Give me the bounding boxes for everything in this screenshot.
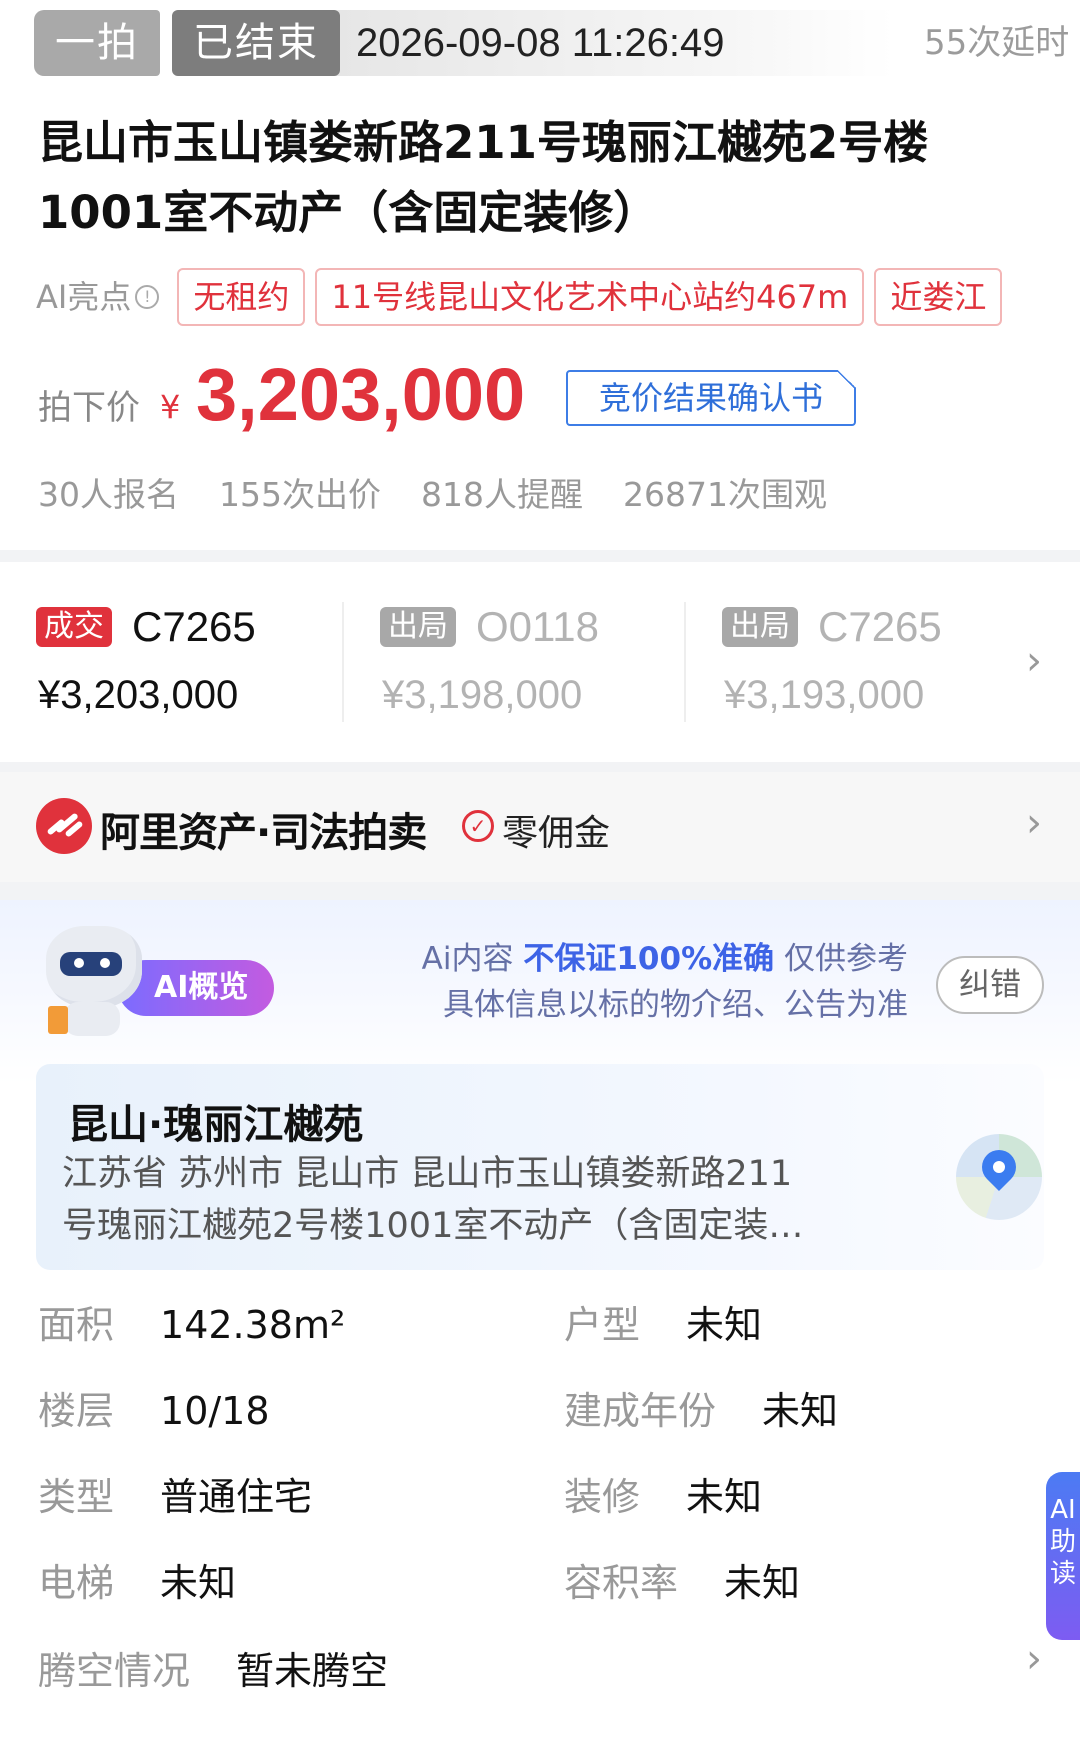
attr-key: 楼层 <box>38 1389 115 1433</box>
disclaimer-prefix: Ai内容 <box>421 941 514 977</box>
ai-highlights-row: AI亮点! 无租约 11号线昆山文化艺术中心站约467m 近娄江 <box>36 268 1080 326</box>
attr-key: 面积 <box>38 1303 115 1347</box>
info-icon[interactable]: ! <box>135 285 160 309</box>
bidder-code: C7265 <box>132 603 256 650</box>
delay-count: 55次延时 <box>924 23 1070 63</box>
address-box[interactable]: 昆山·瑰丽江樾苑 江苏省 苏州市 昆山市 昆山市玉山镇娄新路211 号瑰丽江樾苑… <box>36 1064 1044 1270</box>
auction-stats: 30人报名 155次出价 818人提醒 26871次围观 <box>38 468 867 516</box>
bid-count: 155次出价 <box>219 475 381 514</box>
signup-count: 30人报名 <box>38 475 179 514</box>
attr-type: 类型 普通住宅 <box>38 1466 312 1521</box>
divider <box>342 602 344 722</box>
community-name: 昆山·瑰丽江樾苑 <box>68 1102 364 1148</box>
highlight-tag[interactable]: 无租约 <box>177 268 306 326</box>
attr-area: 面积 142.38m² <box>38 1294 345 1349</box>
currency-symbol: ¥ <box>160 388 181 426</box>
full-address: 江苏省 苏州市 昆山市 昆山市玉山镇娄新路211 号瑰丽江樾苑2号楼1001室不… <box>62 1148 842 1252</box>
bid-record: 出局 O0118 ¥3,198,000 <box>380 603 680 727</box>
bid-records-card[interactable]: 成交 C7265 ¥3,203,000 出局 O0118 ¥3,198,000 … <box>0 562 1080 762</box>
state-tag: 已结束 <box>172 10 340 76</box>
chevron-right-icon[interactable]: › <box>1026 1636 1042 1682</box>
round-tag: 一拍 <box>34 10 160 76</box>
end-time: 2026-09-08 11:26:49 <box>356 21 725 65</box>
view-count: 26871次围观 <box>623 475 827 514</box>
report-error-button[interactable]: 纠错 <box>936 956 1044 1014</box>
attr-value: 未知 <box>762 1389 839 1433</box>
attr-key: 腾空情况 <box>38 1649 191 1693</box>
platform-row[interactable]: 阿里资产·司法拍卖 ✓ 零佣金 › <box>0 772 1080 882</box>
chevron-right-icon[interactable]: › <box>1026 800 1042 846</box>
bid-price: ¥3,193,000 <box>724 673 925 717</box>
highlight-tag[interactable]: 11号线昆山文化艺术中心站约467m <box>315 268 865 326</box>
attr-elevator: 电梯 未知 <box>38 1552 236 1607</box>
attr-value: 未知 <box>686 1475 763 1519</box>
attr-plot-ratio: 容积率 未知 <box>564 1552 800 1607</box>
attr-layout: 户型 未知 <box>564 1294 762 1349</box>
attr-build-year: 建成年份 未知 <box>564 1380 838 1435</box>
attr-key: 容积率 <box>564 1561 679 1605</box>
price-label: 拍下价 <box>38 388 140 428</box>
attr-floor: 楼层 10/18 <box>38 1380 270 1435</box>
disclaimer-emphasis: 不保证100%准确 <box>523 941 775 977</box>
address-line: 号瑰丽江樾苑2号楼1001室不动产（含固定装… <box>62 1206 804 1246</box>
bid-record: 成交 C7265 ¥3,203,000 <box>36 603 336 727</box>
ai-highlights-label: AI亮点 <box>36 278 132 316</box>
bid-record: 出局 C7265 ¥3,193,000 <box>722 603 1022 727</box>
confirmation-document-button[interactable]: 竞价结果确认书 <box>566 370 856 426</box>
bid-status-badge: 出局 <box>722 607 798 647</box>
attr-value: 暂未腾空 <box>236 1649 389 1693</box>
attr-value: 普通住宅 <box>160 1475 313 1519</box>
ai-disclaimer: Ai内容 不保证100%准确 仅供参考 具体信息以标的物介绍、公告为准 <box>422 936 908 1028</box>
attr-vacancy[interactable]: 腾空情况 暂未腾空 <box>38 1640 388 1695</box>
attr-value: 10/18 <box>160 1389 270 1433</box>
map-pin-icon[interactable] <box>956 1134 1042 1220</box>
final-price: 3,203,000 <box>196 353 526 436</box>
bidder-code: C7265 <box>818 603 942 650</box>
attr-key: 电梯 <box>38 1561 115 1605</box>
attr-value: 未知 <box>160 1561 237 1605</box>
ai-overview-card: AI概览 Ai内容 不保证100%准确 仅供参考 具体信息以标的物介绍、公告为准… <box>0 900 1080 1737</box>
check-circle-icon: ✓ <box>462 810 494 842</box>
ali-auction-logo-icon <box>36 798 92 854</box>
bidder-code: O0118 <box>476 603 599 650</box>
attr-value: 未知 <box>724 1561 801 1605</box>
reminder-count: 818人提醒 <box>421 475 583 514</box>
disclaimer-line2: 具体信息以标的物介绍、公告为准 <box>443 987 908 1023</box>
attr-key: 户型 <box>564 1303 641 1347</box>
bid-price: ¥3,198,000 <box>382 673 583 717</box>
attr-value: 未知 <box>686 1303 763 1347</box>
zero-commission-label: 零佣金 <box>502 813 611 854</box>
attr-decoration: 装修 未知 <box>564 1466 762 1521</box>
platform-name: 阿里资产·司法拍卖 <box>100 810 427 856</box>
auction-header-card: 一拍 已结束 2026-09-08 11:26:49 55次延时 昆山市玉山镇娄… <box>0 0 1080 550</box>
highlight-tag[interactable]: 近娄江 <box>874 268 1003 326</box>
attr-value: 142.38m² <box>160 1303 346 1347</box>
divider <box>684 602 686 722</box>
confirmation-document-label: 竞价结果确认书 <box>598 379 823 417</box>
price-row: 拍下价 ¥ 3,203,000 竞价结果确认书 <box>38 353 1078 448</box>
status-bar: 一拍 已结束 2026-09-08 11:26:49 55次延时 <box>34 10 1080 76</box>
bid-status-badge: 出局 <box>380 607 456 647</box>
disclaimer-suffix: 仅供参考 <box>784 941 908 977</box>
bid-price: ¥3,203,000 <box>38 673 239 717</box>
ai-reading-assistant-tab[interactable]: AI助读 <box>1046 1472 1080 1640</box>
page-title: 昆山市玉山镇娄新路211号瑰丽江樾苑2号楼1001室不动产（含固定装修） <box>38 116 929 239</box>
address-line: 江苏省 苏州市 昆山市 昆山市玉山镇娄新路211 <box>62 1154 793 1194</box>
attr-key: 类型 <box>38 1475 115 1519</box>
chevron-right-icon[interactable]: › <box>1026 638 1042 684</box>
document-fold-icon <box>838 370 856 388</box>
attr-key: 装修 <box>564 1475 641 1519</box>
attr-key: 建成年份 <box>564 1389 717 1433</box>
bid-status-badge: 成交 <box>36 607 112 647</box>
elephant-mascot-icon <box>38 922 148 1036</box>
